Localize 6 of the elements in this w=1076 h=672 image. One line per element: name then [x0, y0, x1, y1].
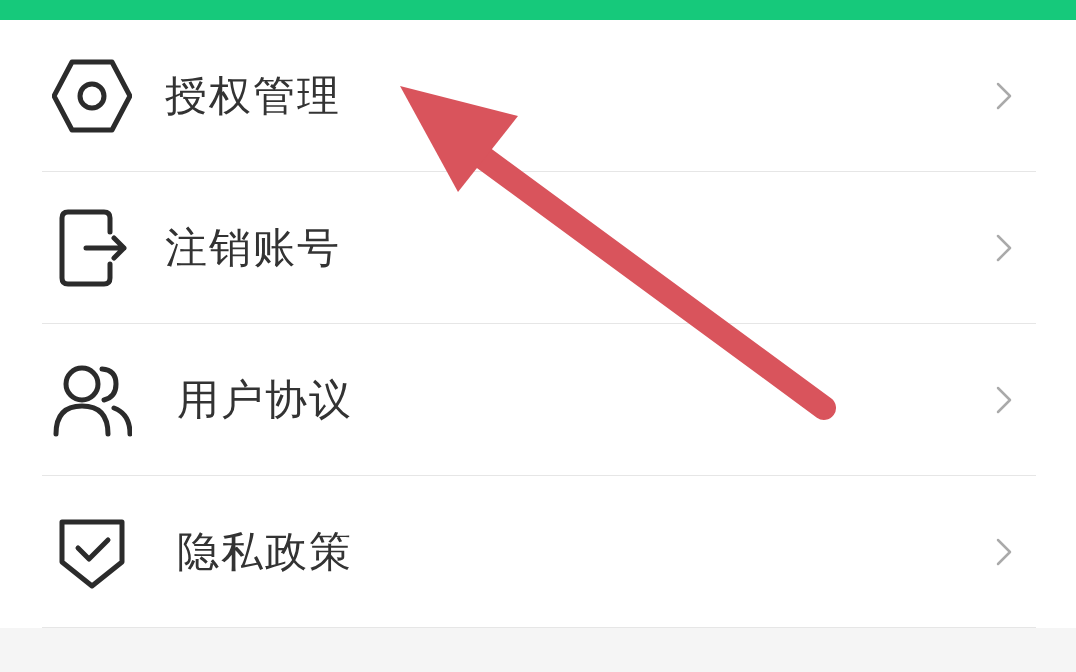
- chevron-right-icon: [994, 80, 1014, 111]
- menu-item[interactable]: 隐私政策: [42, 476, 1036, 628]
- chevron-right-icon: [994, 384, 1014, 415]
- menu-item[interactable]: 用户协议: [42, 324, 1036, 476]
- chevron-right-icon: [994, 232, 1014, 263]
- chevron-right-icon: [994, 536, 1014, 567]
